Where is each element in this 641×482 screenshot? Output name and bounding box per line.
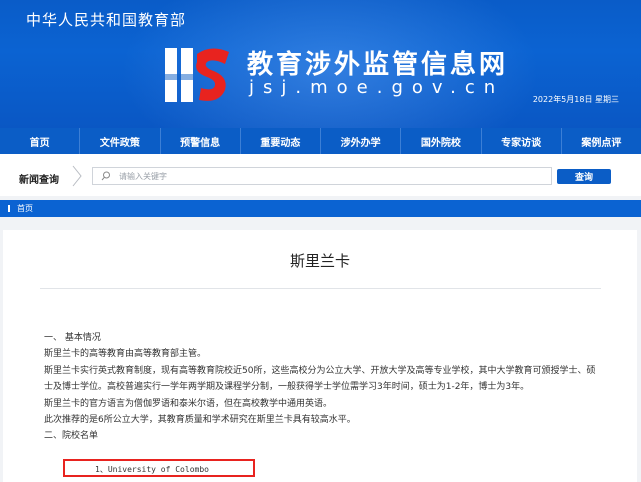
site-logo-icon[interactable] [163, 42, 235, 106]
site-domain: jsj.moe.gov.cn [249, 77, 505, 98]
ministry-name[interactable]: 中华人民共和国教育部 [26, 9, 186, 30]
section-heading-basic-info: 一、 基本情况 [44, 333, 101, 343]
nav-item-expert-interviews[interactable]: 专家访谈 [482, 128, 562, 154]
search-bar: 新闻查询 查询 [0, 154, 641, 196]
nav-item-foreign-schooling[interactable]: 涉外办学 [321, 128, 402, 154]
nav-item-case-reviews[interactable]: 案例点评 [562, 128, 641, 154]
page-title: 斯里兰卡 [289, 252, 350, 270]
site-title: 教育涉外监管信息网 [247, 50, 509, 80]
search-input[interactable] [119, 168, 539, 184]
article-paragraph: 此次推荐的是6所公立大学，其教育质量和学术研究在斯里兰卡具有较高水平。 [44, 415, 356, 426]
article-card: 斯里兰卡 一、 基本情况 斯里兰卡的高等教育由高等教育部主管。 斯里兰卡实行英式… [3, 230, 637, 482]
article-paragraph: 斯里兰卡实行英式教育制度，现有高等教育院校近50所，这些高校分为公立大学、开放大… [44, 365, 596, 393]
search-icon [101, 171, 110, 181]
article-body: 一、 基本情况 斯里兰卡的高等教育由高等教育部主管。 斯里兰卡实行英式教育制度，… [44, 330, 604, 445]
title-divider [40, 288, 601, 289]
breadcrumb-home-link[interactable]: 首页 [17, 203, 33, 214]
current-date: 2022年5月18日 星期三 [532, 95, 619, 104]
nav-item-news[interactable]: 重要动态 [241, 128, 321, 154]
article-paragraph: 斯里兰卡的高等教育由高等教育部主管。 [44, 349, 207, 360]
section-heading-school-list: 二、院校名单 [44, 431, 99, 442]
main-nav: 首页 文件政策 预警信息 重要动态 涉外办学 国外院校 专家访谈 案例点评 [0, 128, 641, 154]
school-list-item[interactable]: 1、University of Colombo [95, 464, 209, 475]
nav-item-alerts[interactable]: 预警信息 [161, 128, 241, 154]
header-banner: 中华人民共和国教育部 教育涉外监管信息网 jsj.moe.gov.cn 2022… [0, 0, 641, 128]
nav-item-home[interactable]: 首页 [0, 128, 81, 154]
breadcrumb: 首页 [0, 200, 641, 217]
article-paragraph: 斯里兰卡的官方语言为僧伽罗语和泰米尔语，但在高校教学中通用英语。 [44, 398, 333, 409]
search-label: 新闻查询 [19, 175, 59, 186]
chevron-right-icon [72, 165, 82, 187]
school-list-highlight: 1、University of Colombo [63, 459, 255, 477]
nav-item-foreign-institutions[interactable]: 国外院校 [401, 128, 482, 154]
search-field [92, 167, 552, 185]
nav-item-policy[interactable]: 文件政策 [80, 128, 161, 154]
search-button[interactable]: 查询 [557, 169, 611, 184]
breadcrumb-marker [8, 205, 10, 212]
